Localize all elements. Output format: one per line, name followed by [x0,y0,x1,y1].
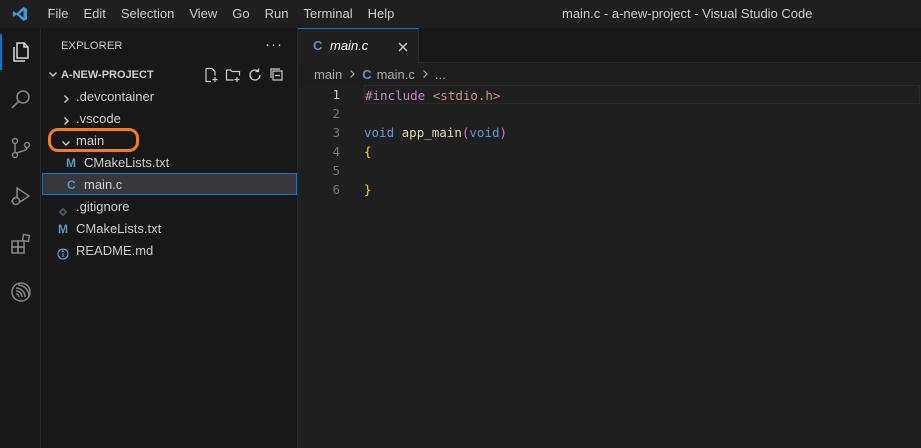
new-file-icon[interactable] [203,67,219,83]
menu-help[interactable]: Help [360,0,402,28]
breadcrumb-file[interactable]: main.c [377,67,415,82]
tree-item-label: .vscode [76,111,121,126]
breadcrumb-folder[interactable]: main [314,67,342,82]
title-bar: File Edit Selection View Go Run Terminal… [0,0,921,28]
menu-bar: File Edit Selection View Go Run Terminal… [40,0,402,28]
tab-main-c[interactable]: C main.c [298,28,419,63]
window-title: main.c - a-new-project - Visual Studio C… [562,6,813,21]
code-token: #include [365,88,426,103]
tree-item-label: .gitignore [76,199,130,214]
code-token: void [364,125,395,140]
line-number: 4 [332,144,340,159]
code-line: 5 [298,161,921,180]
cmake-file-icon: M [58,222,68,236]
line-number: 5 [332,163,340,178]
source-control-icon[interactable] [0,124,41,172]
vscode-logo-icon[interactable] [0,0,40,28]
menu-go[interactable]: Go [225,0,257,28]
breadcrumb: main C main.c ... [298,63,921,85]
chevron-right-icon [347,69,357,79]
new-folder-icon[interactable] [225,67,241,83]
tree-item-label: README.md [76,243,154,258]
explorer-actions [203,67,285,83]
menu-terminal[interactable]: Terminal [296,0,360,28]
code-line: 4 { [298,142,921,161]
extensions-icon[interactable] [0,220,41,268]
code-text[interactable]: } [364,180,920,199]
tree-item-label: .devcontainer [76,89,155,104]
menu-run[interactable]: Run [257,0,296,28]
espressif-icon[interactable] [0,268,41,316]
tree-item-label: CMakeLists.txt [76,221,162,236]
menu-view[interactable]: View [182,0,225,28]
code-editor[interactable]: 1 #include <stdio.h> 2 3 void app_main(v… [298,85,921,448]
explorer-header: EXPLORER [61,40,123,52]
tree-item-readme[interactable]: README.md [42,240,297,262]
chevron-right-icon [420,69,430,79]
activity-bar [0,28,41,448]
project-section-header[interactable]: A-NEW-PROJECT [41,64,297,86]
tree-item-root-cmakelists[interactable]: M CMakeLists.txt [42,218,297,240]
c-file-icon: C [362,66,372,82]
tree-item-vscode[interactable]: .vscode [42,108,297,130]
tree-item-main-cmakelists[interactable]: M CMakeLists.txt [42,152,297,174]
main-folder-highlight [48,128,139,152]
line-number: 2 [332,106,340,121]
line-number: 3 [332,125,340,140]
tree-item-main-c[interactable]: C main.c [42,173,297,195]
explorer-sidebar: EXPLORER ··· A-NEW-PROJECT .devcontainer [41,28,298,448]
c-file-icon: C [67,178,76,192]
menu-selection[interactable]: Selection [113,0,181,28]
collapse-all-icon[interactable] [269,67,285,83]
code-line: 1 #include <stdio.h> [298,85,921,104]
code-token: void [469,125,500,140]
info-icon [57,245,69,267]
line-number: 6 [332,182,340,197]
code-token: <stdio.h> [432,88,501,103]
code-text[interactable]: #include <stdio.h> [364,85,920,104]
tree-item-gitignore[interactable]: .gitignore [42,196,297,218]
menu-file[interactable]: File [40,0,76,28]
line-number: 1 [332,87,340,102]
more-actions-button[interactable]: ··· [265,28,283,64]
code-token: { [364,144,372,159]
cmake-file-icon: M [66,156,76,170]
tree-item-label: CMakeLists.txt [84,155,170,170]
chevron-down-icon [47,68,59,83]
editor-tab-bar: C main.c [298,28,921,63]
explorer-icon[interactable] [0,28,41,76]
code-token: } [364,182,372,197]
breadcrumb-symbols[interactable]: ... [435,67,446,82]
code-line: 3 void app_main(void) [298,123,921,142]
tree-item-devcontainer[interactable]: .devcontainer [42,86,297,108]
close-icon[interactable] [396,40,410,54]
search-icon[interactable] [0,76,41,124]
code-text[interactable]: { [364,142,920,161]
code-line: 6 } [298,180,921,199]
code-line: 2 [298,104,921,123]
tree-item-label: main.c [84,177,123,192]
code-token: app_main [401,125,462,140]
code-text[interactable]: void app_main(void) [364,123,920,142]
project-name: A-NEW-PROJECT [61,69,154,81]
refresh-icon[interactable] [247,67,263,83]
c-file-icon: C [313,38,323,53]
menu-edit[interactable]: Edit [76,0,113,28]
code-text[interactable] [364,104,920,123]
tab-label: main.c [330,38,369,53]
run-debug-icon[interactable] [0,172,41,220]
code-text[interactable] [364,161,920,180]
code-token: ) [499,125,508,140]
